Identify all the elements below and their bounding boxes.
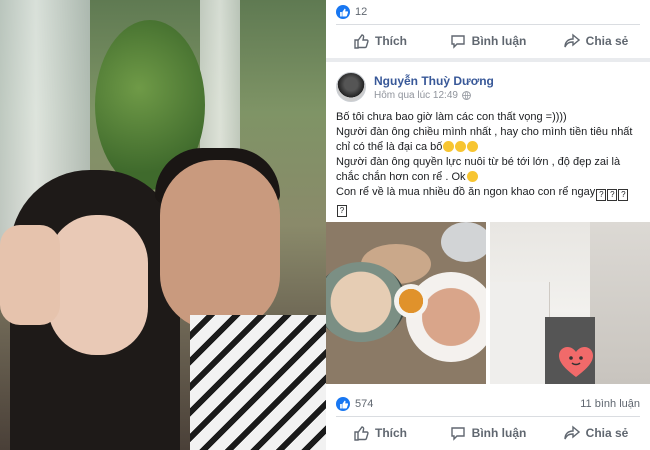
previous-post-footer: 12 Thích Bình luận Chia sẻ <box>326 0 650 58</box>
thumbs-up-icon <box>354 34 369 49</box>
shelf <box>490 282 550 384</box>
like-count: 574 <box>355 398 374 410</box>
post-line-4: Con rể về là mua nhiều đồ ăn ngon khao c… <box>336 185 640 201</box>
share-icon <box>563 33 580 48</box>
action-bar: Thích Bình luận Chia sẻ <box>326 25 650 57</box>
post-meta: Hôm qua lúc 12:49 <box>374 90 494 101</box>
post-line-2: Người đàn ông chiều mình nhất , hay cho … <box>336 126 633 153</box>
like-label: Thích <box>375 426 407 440</box>
comment-label: Bình luận <box>471 34 527 48</box>
comment-button[interactable]: Bình luận <box>434 33 542 49</box>
sauce-bowl <box>394 284 428 318</box>
comment-count[interactable]: 11 bình luận <box>580 398 640 410</box>
bowl <box>441 222 486 262</box>
man-face <box>160 160 280 330</box>
post-line-5: ? <box>336 201 640 217</box>
like-button[interactable]: Thích <box>326 425 434 441</box>
comment-label: Bình luận <box>471 426 527 440</box>
missing-glyph-icon: ? <box>596 189 607 201</box>
action-bar: Thích Bình luận Chia sẻ <box>326 417 650 449</box>
globe-icon <box>462 90 471 100</box>
like-reaction-icon <box>336 397 350 411</box>
laughing-emoji-icon <box>443 141 455 152</box>
heart-sticker-icon <box>559 347 593 377</box>
share-label: Chia sẻ <box>585 34 629 48</box>
missing-glyph-icon: ? <box>618 189 629 201</box>
post-line-3: Người đàn ông quyền lực nuôi từ bé tới l… <box>336 156 621 183</box>
peace-sign-hand <box>0 225 60 325</box>
comment-button[interactable]: Bình luận <box>434 425 542 441</box>
woman-face <box>48 215 148 355</box>
post-footer: 574 11 bình luận Thích Bình luận Chia sẻ <box>326 392 650 449</box>
feed-column: 12 Thích Bình luận Chia sẻ Nguyễn Thuỳ D… <box>326 0 650 450</box>
reaction-row[interactable]: 12 <box>326 0 650 24</box>
comment-icon <box>450 427 465 441</box>
share-button[interactable]: Chia sẻ <box>542 425 650 441</box>
like-button[interactable]: Thích <box>326 33 434 49</box>
post-header: Nguyễn Thuỳ Dương Hôm qua lúc 12:49 <box>326 62 650 108</box>
wall <box>590 222 650 384</box>
like-count: 12 <box>355 6 368 18</box>
missing-glyph-icon: ? <box>337 205 347 217</box>
share-label: Chia sẻ <box>585 426 629 440</box>
like-label: Thích <box>375 34 407 48</box>
reaction-row[interactable]: 574 11 bình luận <box>326 392 650 416</box>
post-line-1: Bố tôi chưa bao giờ làm các con thất vọn… <box>336 111 567 123</box>
like-reaction-icon <box>336 5 350 19</box>
striped-shirt <box>190 315 326 450</box>
laughing-emoji-icon <box>455 141 467 152</box>
comment-icon <box>450 35 465 49</box>
missing-glyph-icon: ? <box>607 189 618 201</box>
screen: 12 Thích Bình luận Chia sẻ Nguyễn Thuỳ D… <box>0 0 650 450</box>
thumbs-up-icon <box>354 426 369 441</box>
post-text: Bố tôi chưa bao giờ làm các con thất vọn… <box>326 108 650 217</box>
laughing-emoji-icon <box>467 141 479 152</box>
tongue-emoji-icon <box>466 171 478 182</box>
share-button[interactable]: Chia sẻ <box>542 33 650 49</box>
author-name[interactable]: Nguyễn Thuỳ Dương <box>374 74 494 88</box>
post-card: Nguyễn Thuỳ Dương Hôm qua lúc 12:49 Bố t… <box>326 62 650 450</box>
food-photo[interactable] <box>326 222 486 384</box>
share-icon <box>563 425 580 440</box>
kitchen-photo[interactable] <box>490 222 650 384</box>
avatar[interactable] <box>336 72 366 102</box>
post-time[interactable]: Hôm qua lúc 12:49 <box>374 90 458 101</box>
couple-selfie-photo <box>0 0 326 450</box>
